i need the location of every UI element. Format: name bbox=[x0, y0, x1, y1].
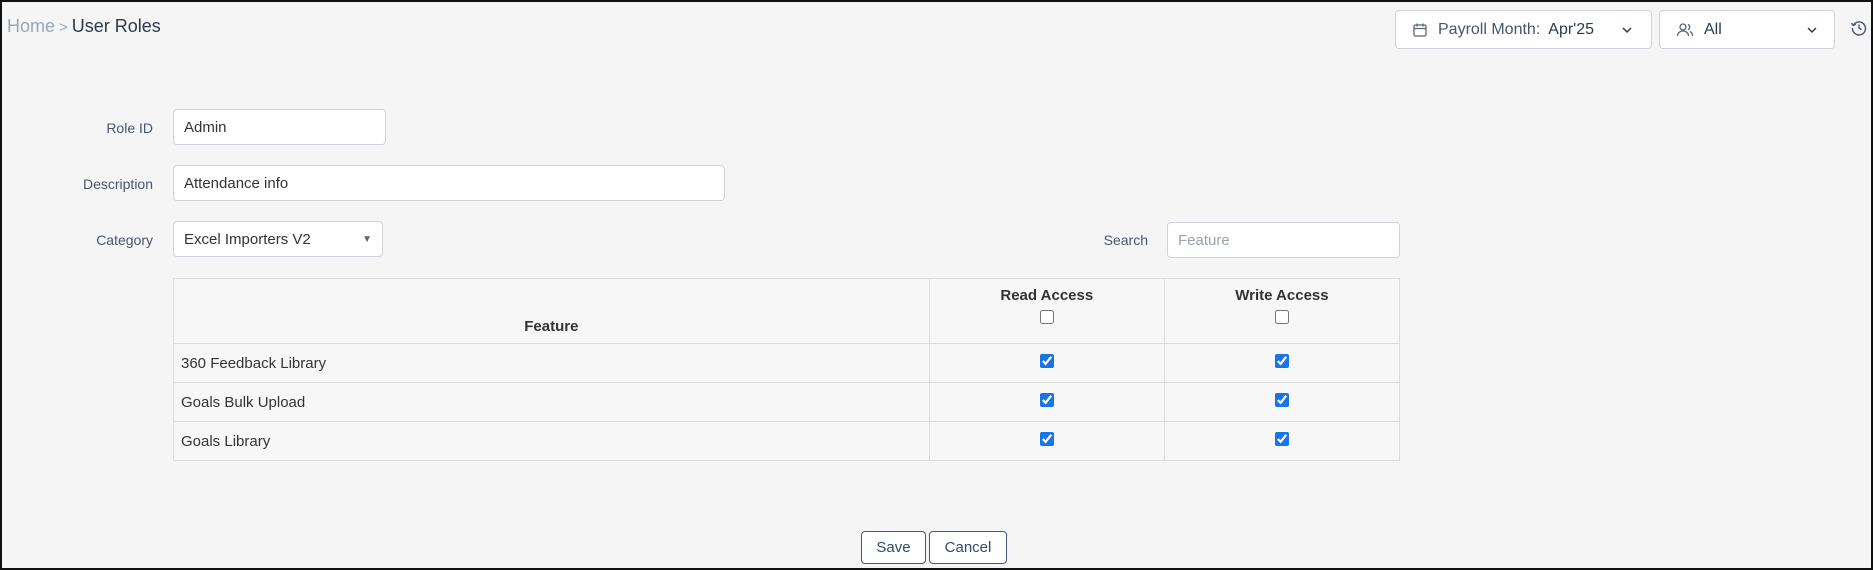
read-access-column-header: Read Access bbox=[928, 278, 1165, 344]
table-row: 360 Feedback Library bbox=[173, 343, 1401, 383]
write-access-header-label: Write Access bbox=[1235, 287, 1329, 304]
page-title: User Roles bbox=[71, 16, 161, 36]
people-filter-select[interactable]: All bbox=[1659, 10, 1835, 49]
description-input[interactable] bbox=[173, 165, 725, 201]
category-select[interactable]: Excel Importers V2 ▼ bbox=[173, 221, 383, 257]
feature-name: Goals Bulk Upload bbox=[173, 382, 930, 422]
people-filter-value: All bbox=[1704, 20, 1722, 38]
read-access-checkbox[interactable] bbox=[1039, 393, 1054, 407]
feature-search-input[interactable] bbox=[1167, 222, 1400, 258]
category-select-value: Excel Importers V2 bbox=[184, 230, 311, 248]
cancel-button[interactable]: Cancel bbox=[929, 531, 1007, 564]
payroll-month-label: Payroll Month: bbox=[1438, 20, 1541, 38]
calendar-icon bbox=[1412, 22, 1428, 38]
feature-column-header: Feature bbox=[173, 278, 930, 344]
write-access-select-all-checkbox[interactable] bbox=[1274, 310, 1289, 324]
read-access-checkbox[interactable] bbox=[1039, 354, 1054, 368]
chevron-down-icon bbox=[1621, 24, 1633, 36]
table-row: Goals Bulk Upload bbox=[173, 382, 1401, 422]
history-icon[interactable] bbox=[1850, 19, 1868, 37]
breadcrumb: Home > User Roles bbox=[7, 16, 161, 37]
write-access-checkbox[interactable] bbox=[1274, 354, 1289, 368]
feature-access-table: Feature Read Access Write Access 360 Fee… bbox=[173, 278, 1401, 461]
save-button[interactable]: Save bbox=[861, 531, 926, 564]
payroll-month-select[interactable]: Payroll Month: Apr'25 bbox=[1395, 10, 1652, 49]
feature-name: Goals Library bbox=[173, 421, 930, 461]
read-access-header-label: Read Access bbox=[1000, 287, 1094, 304]
category-label: Category bbox=[96, 232, 153, 248]
table-header-row: Feature Read Access Write Access bbox=[173, 278, 1401, 344]
feature-header-label: Feature bbox=[524, 318, 579, 335]
write-access-column-header: Write Access bbox=[1163, 278, 1401, 344]
feature-name: 360 Feedback Library bbox=[173, 343, 930, 383]
search-label: Search bbox=[1103, 232, 1148, 248]
write-access-checkbox[interactable] bbox=[1274, 393, 1289, 407]
role-id-input[interactable] bbox=[173, 109, 386, 145]
read-access-checkbox[interactable] bbox=[1039, 432, 1054, 446]
app-frame: Home>User Roles Payroll Month: Apr'25 bbox=[0, 0, 1873, 570]
caret-down-icon: ▼ bbox=[362, 233, 372, 245]
people-icon bbox=[1676, 22, 1694, 38]
write-access-checkbox[interactable] bbox=[1274, 432, 1289, 446]
table-row: Goals Library bbox=[173, 421, 1401, 461]
role-id-label: Role ID bbox=[106, 120, 153, 136]
payroll-month-value: Apr'25 bbox=[1548, 20, 1595, 38]
breadcrumb-home-link[interactable]: Home bbox=[7, 16, 55, 36]
chevron-down-icon bbox=[1806, 24, 1818, 36]
read-access-select-all-checkbox[interactable] bbox=[1039, 310, 1054, 324]
breadcrumb-separator: > bbox=[59, 19, 68, 36]
description-label: Description bbox=[82, 176, 153, 192]
